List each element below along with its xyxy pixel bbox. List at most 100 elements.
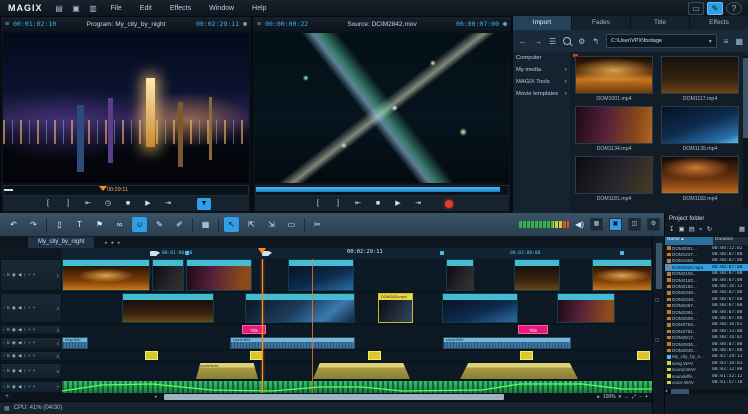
track-control-icons[interactable]: ▫ S ◉ ◀ ↕ + + [3, 327, 36, 333]
view-timeline-icon[interactable]: ▣ [609, 218, 622, 231]
monitor-options-icon[interactable] [243, 22, 247, 26]
project-file-row[interactable]: DOM1469... 00:00:07:00 [665, 258, 748, 264]
zoom-horizontal-icon[interactable]: ↔ [624, 394, 629, 400]
project-file-row[interactable]: DOM2026.mp4 00:00:07:00 [665, 264, 748, 270]
timeline-clip[interactable] [557, 293, 615, 323]
open-project-icon[interactable]: ▣ [70, 4, 83, 13]
timeline-clip[interactable] [368, 351, 381, 360]
track-header[interactable]: ▫ S ◉ ◀ ↕ + + 7 [0, 381, 62, 393]
monitor-menu-icon[interactable]: ≡ [5, 21, 9, 28]
media-file-card[interactable]: DOM1134.mp4 [575, 106, 653, 152]
timeline-clip[interactable]: sound.WAV [230, 337, 355, 349]
search-icon[interactable] [563, 37, 571, 45]
add-track-button[interactable]: + [0, 394, 14, 400]
timeline-clip[interactable] [62, 259, 150, 291]
mark-out-button[interactable]: ] [331, 198, 345, 210]
monitor-menu-icon[interactable]: ≡ [257, 21, 261, 28]
project-file-row[interactable]: voice.WAV 00:01:57:18 [665, 379, 748, 385]
edit-mode-icon[interactable]: ✎ [707, 2, 723, 15]
media-file-card[interactable]: DOM1001.mp4 [575, 56, 653, 102]
media-tab[interactable]: Title [631, 16, 690, 30]
media-file-card[interactable]: DOM1117.mp4 [661, 56, 739, 102]
media-file-card[interactable]: DOM1182.mp4 [661, 156, 739, 202]
tree-item[interactable]: MAGIX Tools ▾ [513, 76, 570, 88]
record-button[interactable] [445, 200, 453, 208]
split-icon[interactable]: ✂ [310, 217, 325, 232]
zoom-out-icon[interactable]: − [639, 394, 642, 400]
mouse-mode-all-tracks-icon[interactable]: ⇱ [244, 217, 259, 232]
project-file-row[interactable]: DOM2357... 00:00:07:00 [665, 303, 748, 309]
insert-button[interactable]: ▼ [197, 198, 211, 210]
marker-icon[interactable]: ⚑ [92, 217, 107, 232]
timeline-clip[interactable] [520, 351, 533, 360]
scroll-toggle-icon[interactable]: ◻ [655, 337, 659, 343]
magnet-snap-icon[interactable]: ∪ [132, 217, 147, 232]
timeline-clip[interactable] [145, 351, 158, 360]
preview-icon[interactable]: ∞ [112, 217, 127, 232]
media-tab[interactable]: Import [513, 16, 572, 30]
mark-in-button[interactable]: [ [41, 198, 55, 210]
project-file-row[interactable]: DOM2182... 00:00:16:13 [665, 283, 748, 289]
prev-tab-icon[interactable]: ◂ [104, 240, 107, 246]
timeline-clip[interactable] [152, 259, 184, 291]
view-object-icon[interactable]: ◫ [628, 218, 641, 231]
back-icon[interactable]: ← [519, 37, 527, 46]
playhead-handle[interactable] [258, 248, 266, 254]
mouse-mode-one-track-icon[interactable]: ⇲ [264, 217, 279, 232]
timeline-clip[interactable]: DOM2026.mp4 [378, 293, 413, 323]
project-file-row[interactable]: DOM1247... 00:00:07:00 [665, 251, 748, 257]
list-view-icon[interactable]: ▦ [739, 225, 745, 233]
separator[interactable] [46, 218, 47, 232]
import-file-icon[interactable]: ↧ [669, 225, 674, 233]
scroll-toggle-icon[interactable]: ◻ [655, 297, 659, 303]
forward-icon[interactable]: → [534, 37, 542, 46]
mouse-mode-single-icon[interactable]: ↖ [224, 217, 239, 232]
timeline-clip[interactable] [122, 293, 214, 323]
scrollbar-thumb[interactable] [671, 389, 689, 394]
record-icon[interactable]: ▤ [689, 225, 695, 233]
stop-button[interactable]: ■ [121, 198, 135, 210]
project-file-row[interactable]: DOM2794... 00:00:16:01 [665, 322, 748, 328]
timeline-project-tab[interactable]: My_city_by_night [28, 237, 94, 248]
mark-out-button[interactable]: ] [61, 198, 75, 210]
column-header-duration[interactable]: Duration [713, 237, 748, 245]
jump-start-button[interactable]: ⇤ [351, 198, 365, 210]
project-file-row[interactable]: DOM2001... 00:00:12:02 [665, 245, 748, 251]
menu-item[interactable]: File [104, 3, 129, 14]
path-list-icon[interactable]: ≡ [724, 37, 729, 46]
link-icon[interactable]: ⌁ [699, 225, 703, 233]
timeline-clip[interactable]: Title [518, 325, 548, 334]
group-icon[interactable]: ▦ [198, 217, 213, 232]
track-control-icons[interactable]: ▫ S ◉ ◀ ↕ + + [3, 340, 36, 346]
project-file-row[interactable]: DOM2183... 00:00:07:00 [665, 277, 748, 283]
timeline-clip[interactable]: sound.WAV [443, 337, 571, 349]
vertical-scrollbar-thumb[interactable] [656, 243, 662, 289]
source-scrub-bar[interactable] [255, 185, 509, 196]
scrollbar-thumb[interactable] [164, 394, 504, 400]
title-editor-icon[interactable]: T [72, 217, 87, 232]
screen-layout-icon[interactable]: ▭ [688, 2, 704, 15]
options-icon[interactable]: ⚙ [578, 37, 585, 46]
undo-icon[interactable]: ↶ [6, 217, 21, 232]
timeline-clip[interactable] [460, 363, 578, 379]
stop-button[interactable]: ■ [371, 198, 385, 210]
razor-icon[interactable]: ✎ [152, 217, 167, 232]
menu-item[interactable]: Effects [163, 3, 198, 14]
track-header[interactable]: ▫ S ◉ ◀ ↕ + + 2 [0, 293, 62, 323]
track-control-icons[interactable]: ▫ S ◉ ◀ ↕ + + [3, 272, 36, 278]
timeline-clip[interactable] [186, 259, 252, 291]
track-header[interactable]: ▫ S ◉ ◀ ↕ + + 1 [0, 259, 62, 291]
track-control-icons[interactable]: ▫ S ◉ ◀ ↕ + + [3, 384, 36, 390]
jump-end-button[interactable]: ⇥ [411, 198, 425, 210]
track-control-icons[interactable]: ▫ S ◉ ◀ ↕ + + [3, 305, 36, 311]
tree-item[interactable]: Movie templates ▾ [513, 88, 570, 100]
media-file-card[interactable]: DOM1135.mp4 [661, 106, 739, 152]
new-folder-icon[interactable]: ▣ [678, 225, 684, 233]
separator[interactable] [192, 218, 193, 232]
refresh-icon[interactable]: ↻ [707, 225, 712, 233]
tree-item[interactable]: Computer [513, 52, 570, 64]
grid-view-icon[interactable]: ▦ [735, 37, 743, 46]
mark-in-button[interactable]: [ [311, 198, 325, 210]
play-button[interactable]: ▶ [141, 198, 155, 210]
help-icon[interactable]: ? [726, 2, 742, 15]
